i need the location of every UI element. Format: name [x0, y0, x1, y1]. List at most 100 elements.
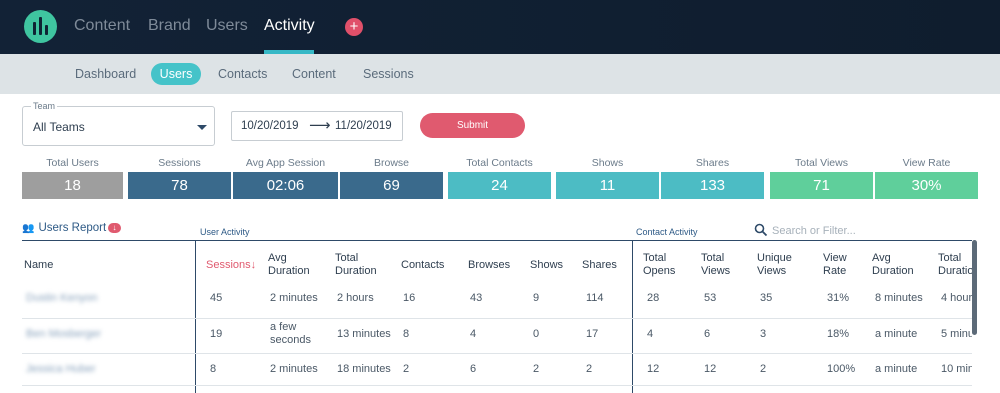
users-report-title[interactable]: 👥 Users Report — [22, 222, 106, 234]
cell-browses: 6 — [470, 363, 477, 375]
row-divider — [22, 318, 972, 319]
column-header-view-rate[interactable]: View Rate — [823, 252, 847, 278]
cell-total-duration: 13 minutes — [337, 328, 391, 340]
logo-icon[interactable] — [24, 10, 57, 43]
cell-avg-duration: 2 minutes — [270, 363, 318, 375]
top-navigation-bar: Content Brand Users Activity + — [0, 0, 1000, 54]
column-header-name[interactable]: Name — [24, 259, 53, 272]
subnav-users[interactable]: Users — [151, 63, 201, 85]
column-header-shares[interactable]: Shares — [582, 259, 617, 272]
cell-contacts: 2 — [403, 363, 410, 375]
nav-content[interactable]: Content — [74, 17, 130, 35]
column-header-avg-duration[interactable]: Avg Duration — [268, 252, 310, 278]
team-select-value: All Teams — [33, 120, 85, 134]
users-icon: 👥 — [22, 223, 35, 234]
cell-contact-avg-duration: 8 minutes — [875, 292, 923, 304]
stat-shares: 133 — [661, 172, 764, 199]
cell-contact-avg-duration: a minute — [875, 363, 918, 375]
stat-label-avg-app-session: Avg App Session — [245, 157, 326, 169]
column-header-total-duration[interactable]: Total Duration — [335, 252, 377, 278]
clip: 10 minutes — [941, 363, 972, 377]
stat-shows: 11 — [556, 172, 659, 199]
row-divider — [22, 385, 972, 386]
column-header-shows[interactable]: Shows — [530, 259, 563, 272]
date-range-picker[interactable]: 10/20/2019 ⟶ 11/20/2019 — [231, 111, 403, 141]
search-input[interactable] — [772, 223, 972, 239]
column-header-sessions[interactable]: Sessions↓ — [206, 259, 256, 272]
user-name-cell[interactable]: Ben Mosberger — [26, 328, 101, 340]
nav-activity[interactable]: Activity — [264, 17, 315, 35]
clip: Total Duration — [938, 252, 972, 280]
user-name-cell[interactable]: Jessica Huber — [26, 363, 96, 375]
contact-activity-divider — [632, 240, 633, 393]
cell-total-opens: 28 — [647, 292, 660, 304]
cell-browses: 4 — [470, 328, 477, 340]
column-header-contact-total-duration[interactable]: Total Duration — [938, 252, 972, 278]
user-activity-label: User Activity — [200, 227, 250, 237]
search-icon[interactable] — [754, 223, 768, 237]
user-activity-divider — [195, 240, 196, 393]
stat-total-contacts: 24 — [448, 172, 551, 199]
stat-sessions: 78 — [128, 172, 231, 199]
cell-unique-views: 35 — [760, 292, 773, 304]
cell-total-opens: 4 — [647, 328, 654, 340]
nav-users[interactable]: Users — [206, 17, 248, 35]
cell-shows: 0 — [533, 328, 540, 340]
cloud-download-icon[interactable]: ↓ — [108, 223, 121, 233]
subnav-dashboard[interactable]: Dashboard — [75, 67, 136, 81]
table-top-rule — [22, 240, 972, 241]
cell-shares: 17 — [586, 328, 599, 340]
stat-label-total-users: Total Users — [46, 157, 99, 169]
subnav-sessions[interactable]: Sessions — [363, 67, 414, 81]
subnav-content[interactable]: Content — [292, 67, 336, 81]
stat-total-views: 71 — [770, 172, 873, 199]
cell-view-rate: 31% — [827, 292, 850, 304]
column-header-browses[interactable]: Browses — [468, 259, 510, 272]
arrow-right-icon: ⟶ — [309, 117, 331, 134]
table-scrollbar[interactable] — [972, 240, 977, 335]
sub-navigation: Dashboard Users Contacts Content Session… — [0, 54, 1000, 94]
cell-unique-views: 2 — [760, 363, 767, 375]
column-header-unique-views[interactable]: Unique Views — [757, 252, 792, 278]
column-header-total-opens[interactable]: Total Opens — [643, 252, 675, 278]
cell-total-views: 6 — [704, 328, 711, 340]
stat-label-shares: Shares — [695, 157, 730, 169]
cell-shares: 2 — [586, 363, 593, 375]
row-divider — [22, 353, 972, 354]
cell-contact-total-duration: 4 hours — [941, 292, 972, 304]
team-select[interactable]: All Teams — [22, 106, 215, 146]
clip: 4 hours — [941, 292, 972, 306]
cell-browses: 43 — [470, 292, 483, 304]
cell-sessions: 8 — [210, 363, 217, 375]
cell-unique-views: 3 — [760, 328, 767, 340]
stat-total-users: 18 — [22, 172, 123, 199]
submit-button[interactable]: Submit — [420, 113, 525, 138]
stat-avg-app-session: 02:06 — [233, 172, 338, 199]
add-button[interactable]: + — [345, 18, 363, 36]
contact-activity-label: Contact Activity — [636, 227, 698, 237]
stat-label-sessions: Sessions — [158, 157, 201, 169]
cell-sessions: 45 — [210, 292, 223, 304]
cell-avg-duration: 2 minutes — [270, 292, 318, 304]
cell-contacts: 16 — [403, 292, 416, 304]
column-header-contact-avg-duration[interactable]: Avg Duration — [872, 252, 914, 278]
column-header-total-views[interactable]: Total Views — [701, 252, 730, 278]
cell-contact-total-duration: 5 minutes — [941, 328, 972, 340]
stat-view-rate: 30% — [875, 172, 978, 199]
cell-contact-total-duration: 10 minutes — [941, 363, 972, 375]
column-header-contacts[interactable]: Contacts — [401, 259, 444, 272]
sort-down-icon: ↓ — [250, 259, 257, 271]
cell-total-duration: 18 minutes — [337, 363, 391, 375]
nav-brand[interactable]: Brand — [148, 17, 191, 35]
cell-avg-duration: a few seconds — [270, 321, 311, 346]
subnav-contacts[interactable]: Contacts — [218, 67, 267, 81]
cell-shows: 2 — [533, 363, 540, 375]
cell-view-rate: 100% — [827, 363, 856, 375]
cell-shares: 114 — [586, 292, 604, 304]
cell-total-duration: 2 hours — [337, 292, 374, 304]
cell-contact-avg-duration: a minute — [875, 328, 918, 340]
chevron-down-icon — [197, 125, 207, 130]
cell-total-views: 12 — [704, 363, 717, 375]
cell-view-rate: 18% — [827, 328, 850, 340]
user-name-cell[interactable]: Dustin Kenyon — [26, 292, 98, 304]
